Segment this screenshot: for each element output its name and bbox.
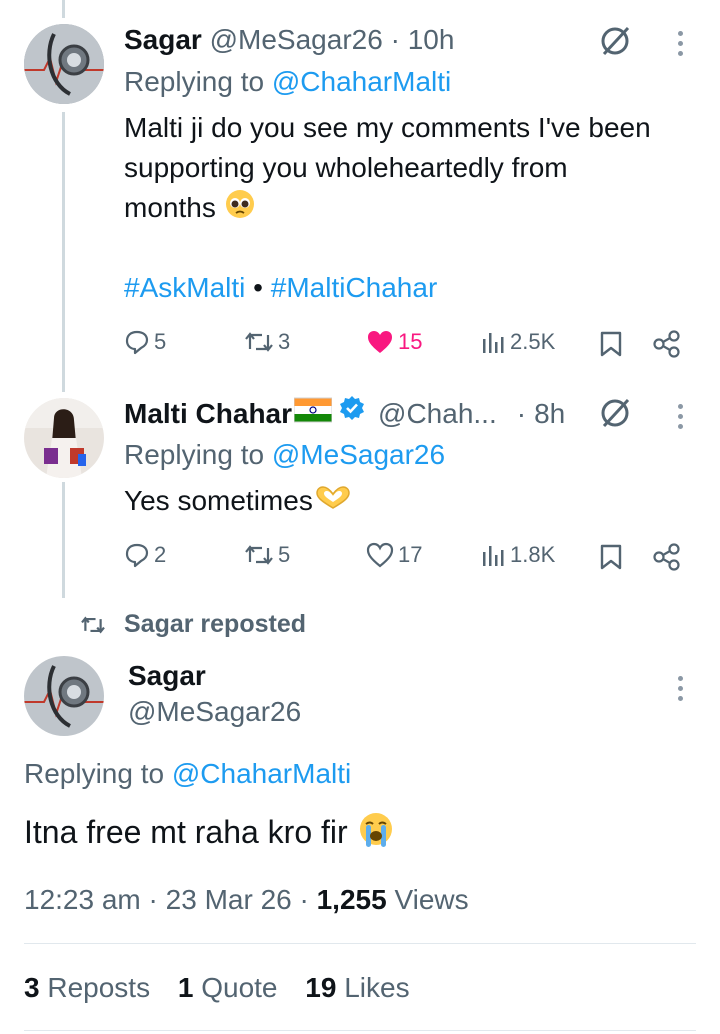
like-count: 15 xyxy=(398,329,423,354)
avatar-sagar[interactable] xyxy=(24,24,104,104)
reply-bubble-icon xyxy=(125,330,149,355)
verified-badge-icon xyxy=(338,394,366,434)
more-dots-icon[interactable] xyxy=(678,31,684,61)
views-count: 2.5K xyxy=(510,329,556,354)
repost-arrows-icon xyxy=(245,545,273,565)
thread-line-2 xyxy=(62,482,65,598)
tweet-body: Malti ji do you see my comments I've bee… xyxy=(124,112,651,223)
tweet-body: Yes sometimes xyxy=(124,485,313,516)
repost-count: 5 xyxy=(278,542,291,567)
reply-count: 2 xyxy=(154,542,167,567)
share-icon[interactable] xyxy=(652,543,682,576)
thread-line-1 xyxy=(62,112,65,392)
views-button[interactable]: 1.8K xyxy=(480,542,555,568)
thread-line-top xyxy=(62,0,65,18)
author-name[interactable]: Malti Chahar xyxy=(124,394,292,434)
main-author-handle[interactable]: @MeSagar26 xyxy=(128,692,301,732)
tweet1-text: Malti ji do you see my comments I've bee… xyxy=(124,108,664,231)
like-button[interactable]: 15 xyxy=(366,329,422,355)
india-flag-emoji-icon xyxy=(293,394,333,434)
share-icon[interactable] xyxy=(652,330,682,363)
replying-to-line: Replying to @MeSagar26 xyxy=(124,435,445,475)
like-button[interactable]: 17 xyxy=(366,542,422,568)
author-name[interactable]: Sagar xyxy=(124,24,202,55)
replying-to-line: Replying to @ChaharMalti xyxy=(124,62,451,102)
repost-count: 3 xyxy=(278,329,291,354)
like-count: 17 xyxy=(398,542,423,567)
replying-label: Replying to xyxy=(124,66,265,97)
author-handle[interactable]: @MeSagar26 xyxy=(210,24,383,55)
main-author-name[interactable]: Sagar xyxy=(128,656,206,696)
views-button[interactable]: 2.5K xyxy=(480,329,555,355)
tweet2-text: Yes sometimes xyxy=(124,481,353,523)
divider xyxy=(24,943,696,944)
grok-slash-icon[interactable] xyxy=(598,24,632,63)
replying-label: Replying to xyxy=(124,439,265,470)
reply-button[interactable]: 2 xyxy=(124,542,166,568)
repost-arrows-icon xyxy=(245,332,273,352)
separator-dot: · xyxy=(299,884,309,915)
main-tweet-text: Itna free mt raha kro fir xyxy=(24,810,395,859)
likes-stat-label: Likes xyxy=(344,972,410,1003)
main-views-count: 1,255 xyxy=(316,884,387,915)
replying-to-link[interactable]: @MeSagar26 xyxy=(272,439,445,470)
hashtag-separator: • xyxy=(253,272,263,303)
reposts-stat-count: 3 xyxy=(24,972,40,1003)
pleading-face-emoji-icon xyxy=(224,188,256,231)
more-dots-icon[interactable] xyxy=(678,676,684,706)
heart-icon xyxy=(368,331,392,353)
replying-label: Replying to xyxy=(24,758,165,789)
quotes-stat-label: Quote xyxy=(201,972,278,1003)
more-dots-icon[interactable] xyxy=(678,404,684,434)
tweet-body: Itna free mt raha kro fir xyxy=(24,814,348,850)
main-views-label: Views xyxy=(394,884,469,915)
main-date[interactable]: 23 Mar 26 xyxy=(166,884,292,915)
avatar-malti-chahar[interactable] xyxy=(24,398,104,478)
repost-button[interactable]: 3 xyxy=(244,329,290,355)
likes-stat-count: 19 xyxy=(305,972,337,1003)
timestamp[interactable]: 10h xyxy=(408,24,455,55)
heart-icon xyxy=(366,542,394,568)
grok-slash-icon[interactable] xyxy=(598,396,632,435)
separator-dot: · xyxy=(390,24,400,55)
author-handle[interactable]: @Chah... xyxy=(378,394,497,434)
reply-count: 5 xyxy=(154,329,167,354)
repost-banner-text[interactable]: Sagar reposted xyxy=(124,610,306,639)
replying-to-link[interactable]: @ChaharMalti xyxy=(272,66,451,97)
bookmark-icon[interactable] xyxy=(598,330,624,363)
repost-banner: Sagar reposted xyxy=(80,610,306,639)
reposts-stat-label: Reposts xyxy=(47,972,151,1003)
views-bar-chart-icon xyxy=(483,333,504,353)
replying-to-link[interactable]: @ChaharMalti xyxy=(172,758,351,789)
quotes-stat[interactable]: 1 Quote xyxy=(178,972,285,1003)
tweet1-header: Sagar @MeSagar26 · 10h xyxy=(124,20,454,60)
hashtag-askmalti[interactable]: #AskMalti xyxy=(124,272,245,303)
tweet2-header: Malti Chahar @Chah... · 8h xyxy=(124,394,565,434)
loudly-crying-face-emoji-icon xyxy=(357,810,395,859)
main-time[interactable]: 12:23 am xyxy=(24,884,141,915)
main-meta-line: 12:23 am · 23 Mar 26 · 1,255 Views xyxy=(24,880,469,920)
hashtags-line: #AskMalti • #MaltiChahar xyxy=(124,268,437,308)
divider xyxy=(24,1030,696,1031)
separator-dot: · xyxy=(516,398,527,429)
bookmark-icon[interactable] xyxy=(598,543,624,576)
reposts-stat[interactable]: 3 Reposts xyxy=(24,972,158,1003)
main-replying-to-line: Replying to @ChaharMalti xyxy=(24,754,351,794)
reply-bubble-icon xyxy=(125,543,149,568)
likes-stat[interactable]: 19 Likes xyxy=(305,972,409,1003)
heart-hands-emoji-icon xyxy=(313,483,353,523)
timestamp[interactable]: 8h xyxy=(534,394,565,434)
quotes-stat-count: 1 xyxy=(177,972,194,1003)
repost-button[interactable]: 5 xyxy=(244,542,290,568)
avatar-sagar[interactable] xyxy=(24,656,104,736)
views-bar-chart-icon xyxy=(483,546,504,566)
reply-button[interactable]: 5 xyxy=(124,329,166,355)
views-count: 1.8K xyxy=(510,542,556,567)
engagement-stats: 3 Reposts 1 Quote 19 Likes xyxy=(24,968,410,1008)
separator-dot: · xyxy=(148,884,158,915)
repost-arrows-icon xyxy=(81,615,105,634)
hashtag-maltichahar[interactable]: #MaltiChahar xyxy=(271,272,438,303)
